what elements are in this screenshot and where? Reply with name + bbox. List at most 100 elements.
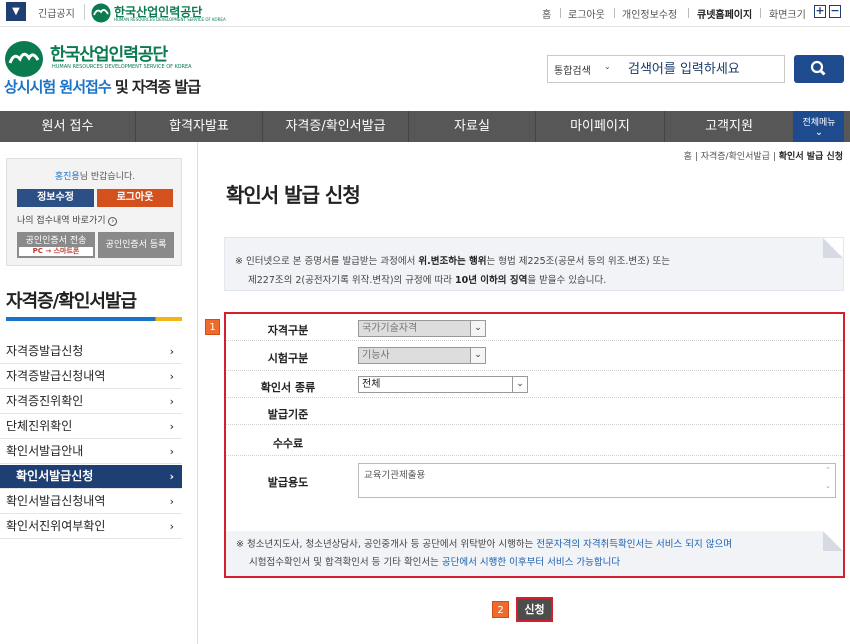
sidebar-item-cert-issue-history[interactable]: 자격증발급신청내역 › (0, 365, 182, 389)
page-fold-icon (823, 238, 843, 258)
qnet-home-link[interactable]: 큐넷홈페이지 (697, 6, 752, 21)
step-badge-2: 2 (492, 601, 509, 618)
top-utility-bar: ▼ 긴급공지 한국산업인력공단 HUMAN RESOURCES DEVELOPM… (0, 0, 850, 27)
exam-type-value: 기능사 (362, 350, 390, 361)
page-fold-icon (823, 531, 843, 551)
section-underline (6, 317, 182, 321)
divider (614, 8, 615, 18)
notice-highlight: 전문자격의 자격취득확인서는 서비스 되지 않으며 (536, 539, 732, 550)
chevron-right-icon: › (169, 370, 174, 383)
form-row-criteria: 발급기준 (226, 398, 843, 425)
urgent-notice-label[interactable]: 긴급공지 (38, 5, 75, 20)
zoom-out-button[interactable]: − (829, 5, 841, 18)
org-logo-name[interactable]: 한국산업인력공단 (50, 40, 168, 65)
warning-text: 제227조의 2(공전자기록 위작.변작)의 규정에 따라 (248, 275, 456, 286)
plus-icon: + (815, 4, 825, 17)
sidebar-item-confirmation-request[interactable]: 확인서발급신청 › (0, 465, 182, 489)
doc-kind-value: 전체 (362, 379, 381, 390)
chevron-right-icon: › (169, 445, 174, 458)
textarea-scrollbar[interactable]: ⌃ ⌄ (823, 466, 833, 495)
cert-type-label: 자격구분 (267, 324, 309, 337)
service-notice-box: ※ 청소년지도사, 청소년상담사, 공인중개사 등 공단에서 위탁받아 시행하는… (226, 531, 843, 576)
scroll-down-icon: ⌄ (825, 482, 831, 490)
form-row-exam-type: 시험구분 기능사 ⌄ (226, 341, 843, 371)
divider (560, 8, 561, 18)
cert-transfer-button[interactable]: 공인인증서 전송 PC → 스마트폰 (17, 232, 95, 258)
sidebar-item-confirmation-guide[interactable]: 확인서발급안내 › (0, 440, 182, 464)
breadcrumb-home[interactable]: 홈 (684, 152, 692, 162)
login-box: 홍진용님 반갑습니다. 정보수정 로그아웃 나의 접수내역 바로가기 › 공인인… (6, 158, 182, 266)
sidebar-item-label: 확인서진위여부확인 (6, 519, 106, 533)
chevron-down-icon: ⌄ (814, 127, 824, 138)
greeting: 홍진용님 반갑습니다. (7, 169, 183, 182)
sidebar-item-group-verify[interactable]: 단체진위확인 › (0, 415, 182, 439)
chevron-down-icon: ▼ (12, 6, 20, 17)
sidebar-item-confirmation-verify[interactable]: 확인서진위여부확인 › (0, 515, 182, 539)
sidebar-section-title: 자격증/확인서발급 (6, 291, 137, 312)
sidebar-item-label: 자격증발급신청내역 (6, 369, 106, 383)
submit-button[interactable]: 신청 (516, 597, 553, 622)
search-button[interactable] (794, 55, 844, 83)
purpose-textarea[interactable]: 교육기관제출용 ⌃ ⌄ (358, 463, 836, 498)
chevron-right-icon: › (169, 470, 174, 483)
site-title-highlight: 상시시험 원서접수 (4, 78, 112, 96)
notice-dropdown-button[interactable]: ▼ (6, 2, 26, 21)
confirmation-request-form: 자격구분 국가기술자격 ⌄ 시험구분 기능사 ⌄ 확인서 종류 전체 ⌄ 발급기준 수… (224, 312, 845, 578)
nav-certificate-issue[interactable]: 자격증/확인서발급 (263, 111, 409, 142)
exam-type-select[interactable]: 기능사 ⌄ (358, 347, 486, 364)
nav-archive[interactable]: 자료실 (409, 111, 536, 142)
form-row-cert-type: 자격구분 국가기술자격 ⌄ (226, 316, 843, 341)
chevron-down-icon: ⌄ (512, 377, 527, 392)
edit-profile-link[interactable]: 개인정보수정 (622, 6, 677, 21)
breadcrumb: 홈 | 자격증/확인서발급 | 확인서 발급 신청 (683, 152, 843, 162)
my-application-link[interactable]: 나의 접수내역 바로가기 › (17, 213, 118, 226)
cert-register-button[interactable]: 공인인증서 등록 (98, 232, 174, 258)
chevron-down-icon: ⌄ (604, 62, 611, 71)
sidebar-item-label: 단체진위확인 (6, 419, 73, 433)
search-icon (810, 60, 826, 76)
chevron-right-icon: › (169, 495, 174, 508)
sidebar-item-cert-verify[interactable]: 자격증진위확인 › (0, 390, 182, 414)
notice-text: 시험접수확인서 및 합격확인서 등 기타 확인서는 (249, 557, 442, 568)
greeting-text: 님 반갑습니다. (79, 172, 136, 182)
cert-type-select[interactable]: 국가기술자격 ⌄ (358, 320, 486, 337)
logout-button[interactable]: 로그아웃 (97, 189, 173, 207)
nav-mypage[interactable]: 마이페이지 (536, 111, 665, 142)
chevron-down-icon: ⌄ (470, 321, 485, 336)
home-link[interactable]: 홈 (542, 6, 551, 21)
warning-line-2: 제227조의 2(공전자기록 위작.변작)의 규정에 따라 10년 이하의 징역… (235, 271, 843, 290)
breadcrumb-parent[interactable]: 자격증/확인서발급 (701, 152, 770, 162)
exam-type-label: 시험구분 (267, 352, 309, 365)
zoom-in-button[interactable]: + (814, 5, 826, 18)
page-title: 확인서 발급 신청 (226, 183, 361, 207)
nav-support[interactable]: 고객지원 (665, 111, 794, 142)
logout-link[interactable]: 로그아웃 (568, 6, 605, 21)
cert-transfer-label: 공인인증서 전송 (25, 236, 87, 246)
divider (760, 8, 761, 18)
nav-results[interactable]: 합격자발표 (136, 111, 263, 142)
site-title: 상시시험 원서접수 및 자격증 발급 (4, 76, 201, 97)
warning-line-1: ※ 인터넷으로 본 증명서를 발급받는 과정에서 위.변조하는 행위는 형법 제… (235, 252, 843, 271)
all-menu-button[interactable]: 전체메뉴 ⌄ (794, 111, 844, 142)
search-scope-select[interactable]: 통합검색 (554, 62, 591, 77)
org-logo-icon[interactable] (4, 40, 44, 78)
notice-highlight: 공단에서 시행한 이후부터 서비스 가능합니다 (441, 557, 621, 568)
sidebar-item-label: 확인서발급신청내역 (6, 494, 106, 508)
fee-label: 수수료 (272, 437, 304, 450)
search-box: 통합검색 ⌄ (547, 55, 785, 83)
sidebar-item-cert-issue-request[interactable]: 자격증발급신청 › (0, 340, 182, 364)
minus-icon: − (830, 4, 840, 17)
sidebar-item-label: 확인서발급안내 (6, 444, 84, 458)
chevron-right-icon: › (169, 520, 174, 533)
sidebar-item-confirmation-history[interactable]: 확인서발급신청내역 › (0, 490, 182, 514)
sidebar-item-label: 자격증발급신청 (6, 344, 84, 358)
nav-application[interactable]: 원서 접수 (0, 111, 136, 142)
org-subtitle-small: HUMAN RESOURCES DEVELOPMENT SERVICE OF K… (114, 17, 226, 22)
warning-emphasis: 10년 이하의 징역 (455, 275, 528, 286)
warning-text: 을 받을수 있습니다. (527, 275, 607, 286)
doc-kind-select[interactable]: 전체 ⌄ (358, 376, 528, 393)
chevron-right-circle-icon: › (108, 217, 118, 226)
form-row-doc-kind: 확인서 종류 전체 ⌄ (226, 371, 843, 398)
edit-profile-button[interactable]: 정보수정 (17, 189, 94, 207)
search-input[interactable] (628, 57, 783, 81)
